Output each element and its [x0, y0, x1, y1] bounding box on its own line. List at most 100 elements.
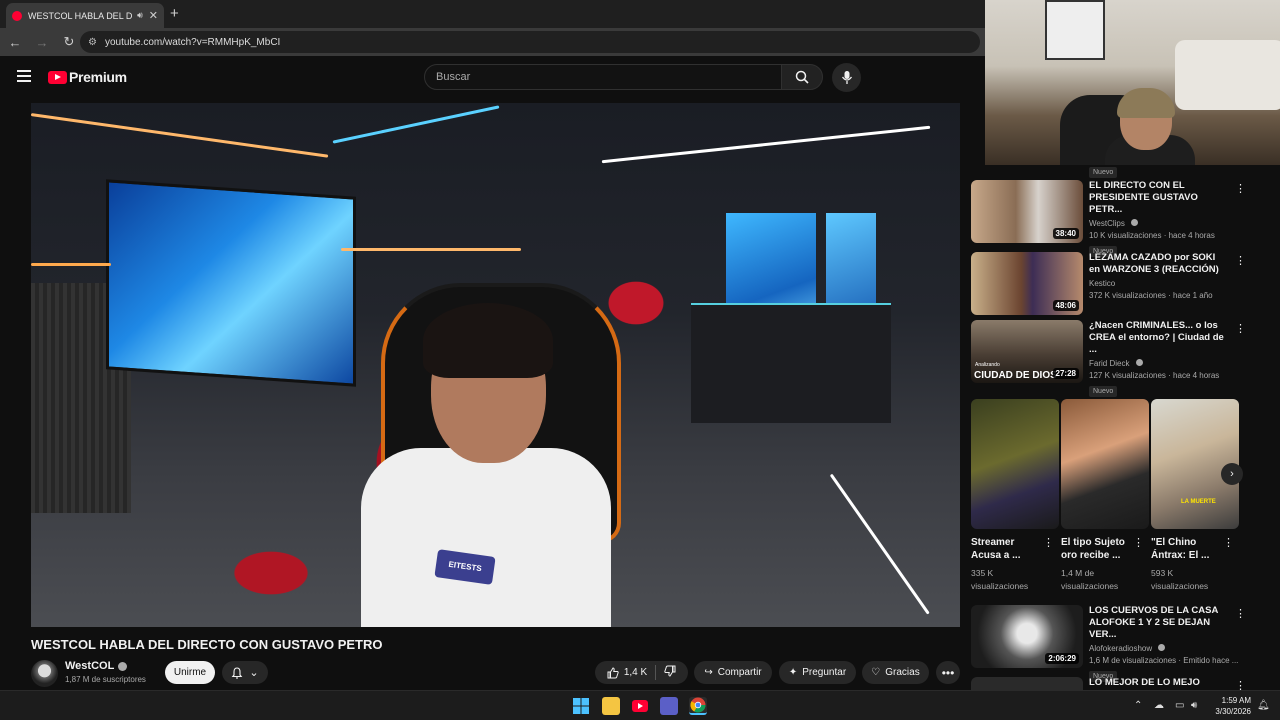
thanks-button[interactable]: ♡ Gracias: [862, 661, 929, 684]
more-icon: •••: [941, 665, 955, 680]
like-count: 1,4 K: [623, 667, 648, 678]
join-button[interactable]: Unirme: [165, 661, 215, 684]
chrome-icon[interactable]: [689, 697, 707, 715]
verified-icon: [1131, 219, 1139, 226]
channel-name[interactable]: Farid Dieck: [1089, 359, 1229, 368]
channel-name[interactable]: WestCOL: [65, 660, 114, 672]
short-thumbnail[interactable]: [971, 399, 1059, 529]
more-options-icon[interactable]: ⋮: [1235, 182, 1246, 195]
browser-tab[interactable]: WESTCOL HABLA DEL DIRE 🔊︎ ✕: [6, 3, 164, 28]
short-views: 1,4 M de visualizaciones: [1061, 568, 1119, 591]
url-text: youtube.com/watch?v=RMMHpK_MbCI: [104, 36, 281, 48]
video-scene-neon: [341, 248, 521, 251]
video-scene-neon: [829, 473, 930, 615]
short-thumbnail[interactable]: [1061, 399, 1149, 529]
ask-button[interactable]: ✦ Preguntar: [779, 661, 856, 684]
duration-badge: 38:40: [1052, 228, 1079, 239]
more-options-icon[interactable]: ⋮: [1235, 679, 1246, 690]
browser-tab-bar: WESTCOL HABLA DEL DIRE 🔊︎ ✕ +: [0, 0, 985, 28]
chevron-up-icon[interactable]: ⌃: [1134, 700, 1142, 711]
back-button[interactable]: ←: [3, 35, 27, 50]
forward-button[interactable]: →: [30, 35, 54, 50]
short-title[interactable]: "El Chino Ántrax: El ...: [1151, 536, 1221, 562]
video-title[interactable]: EL DIRECTO CON EL PRESIDENTE GUSTAVO PET…: [1089, 180, 1229, 216]
more-options-icon[interactable]: ⋮: [1223, 536, 1234, 549]
thumbnail-caption: CIUDAD DE DIOS: [974, 370, 1057, 381]
like-button[interactable]: 1,4 K: [607, 666, 648, 679]
video-scene-neon: [31, 113, 329, 158]
video-stats: 127 K visualizaciones · hace 4 horas: [1089, 371, 1220, 380]
video-player[interactable]: EITESTS: [31, 103, 960, 627]
speaker-icon[interactable]: 🔊︎: [137, 10, 143, 21]
more-actions-button[interactable]: •••: [936, 661, 960, 684]
video-scene-tv: [106, 179, 356, 387]
shorts-next-button[interactable]: ›: [1221, 463, 1243, 485]
cloud-icon[interactable]: ☁: [1154, 700, 1164, 711]
channel-name-row[interactable]: WestCOL: [65, 660, 128, 672]
chevron-down-icon: ⌄: [249, 667, 259, 679]
notification-bell-icon[interactable]: 🔔︎: [1257, 700, 1270, 711]
windows-start-icon[interactable]: [572, 697, 590, 715]
channel-avatar[interactable]: [31, 660, 58, 687]
close-tab-icon[interactable]: ✕: [149, 9, 158, 22]
dislike-button[interactable]: [664, 665, 676, 680]
system-clock[interactable]: 1:59 AM 3/30/2026: [1205, 695, 1251, 717]
url-field[interactable]: ⚙ youtube.com/watch?v=RMMHpK_MbCI: [80, 31, 980, 53]
more-options-icon[interactable]: ⋮: [1235, 254, 1246, 267]
more-options-icon[interactable]: ⋮: [1235, 607, 1246, 620]
channel-name[interactable]: WestClips: [1089, 219, 1229, 228]
menu-icon[interactable]: [17, 70, 31, 82]
video-thumbnail[interactable]: 2:06:29: [971, 605, 1083, 668]
ask-label: Preguntar: [802, 667, 847, 678]
app-icon[interactable]: [660, 697, 678, 715]
channel-name[interactable]: Alofokeradioshow: [1089, 644, 1229, 653]
webcam-scene-cap: [1117, 88, 1175, 118]
search-button[interactable]: [781, 64, 823, 90]
thumbs-down-icon: [664, 665, 676, 677]
channel-name[interactable]: Kestico: [1089, 279, 1229, 288]
short-title[interactable]: El tipo Sujeto oro recibe ...: [1061, 536, 1131, 562]
volume-icon[interactable]: 🔊︎: [1191, 700, 1197, 711]
share-button[interactable]: ↪ Compartir: [694, 661, 772, 684]
video-thumbnail[interactable]: [971, 677, 1083, 690]
more-options-icon[interactable]: ⋮: [1235, 322, 1246, 335]
divider: [655, 665, 657, 680]
search-placeholder: Buscar: [436, 71, 471, 83]
like-dislike-group: 1,4 K: [595, 661, 688, 684]
reload-button[interactable]: ↻: [57, 34, 81, 50]
verified-icon: [1158, 644, 1166, 651]
short-views: 335 K visualizaciones: [971, 568, 1029, 591]
video-title[interactable]: ¿Nacen CRIMINALES... o los CREA el entor…: [1089, 320, 1229, 356]
address-bar-row: ← → ↻ ⚙ youtube.com/watch?v=RMMHpK_MbCI: [0, 28, 985, 56]
share-icon: ↪: [704, 667, 713, 678]
new-tab-button[interactable]: +: [170, 5, 179, 22]
file-explorer-icon[interactable]: [602, 697, 620, 715]
video-title[interactable]: LEZAMA CAZADO por SOKI en WARZONE 3 (REA…: [1089, 252, 1229, 276]
video-stats: 1,6 M de visualizaciones · Emitido hace …: [1089, 656, 1239, 665]
youtube-premium-logo[interactable]: Premium: [48, 69, 127, 85]
short-views: 593 K visualizaciones: [1151, 568, 1209, 591]
site-info-icon[interactable]: ⚙: [88, 37, 97, 48]
more-options-icon[interactable]: ⋮: [1133, 536, 1144, 549]
notifications-button[interactable]: ⌄: [222, 661, 268, 684]
thanks-icon: ♡: [871, 667, 881, 678]
subscriber-count: 1,87 M de suscriptores: [65, 675, 146, 684]
youtube-favicon-icon: [12, 10, 22, 21]
duration-badge: 27:28: [1052, 368, 1079, 379]
video-title[interactable]: LOS CUERVOS DE LA CASA ALOFOKE 1 Y 2 SE …: [1089, 605, 1229, 641]
video-meta: LO MEJOR DE LO MEJO: [1089, 677, 1229, 689]
search-input[interactable]: Buscar: [424, 64, 782, 90]
duration-badge: 2:06:29: [1045, 653, 1079, 664]
short-title[interactable]: Streamer Acusa a ...: [971, 536, 1041, 562]
video-thumbnail[interactable]: Analizando CIUDAD DE DIOS 27:28: [971, 320, 1083, 383]
display-icon[interactable]: ▭: [1175, 700, 1184, 711]
sparkle-icon: ✦: [788, 667, 798, 678]
bell-icon: [232, 666, 243, 679]
video-title[interactable]: LO MEJOR DE LO MEJO: [1089, 677, 1229, 689]
more-options-icon[interactable]: ⋮: [1043, 536, 1054, 549]
youtube-app-icon[interactable]: [631, 697, 649, 715]
os-taskbar: ⌃ ☁ ▭ 🔊︎ 1:59 AM 3/30/2026 🔔︎: [0, 690, 1280, 720]
video-thumbnail[interactable]: 38:40: [971, 180, 1083, 243]
video-thumbnail[interactable]: 48:06: [971, 252, 1083, 315]
voice-search-button[interactable]: [832, 63, 861, 92]
